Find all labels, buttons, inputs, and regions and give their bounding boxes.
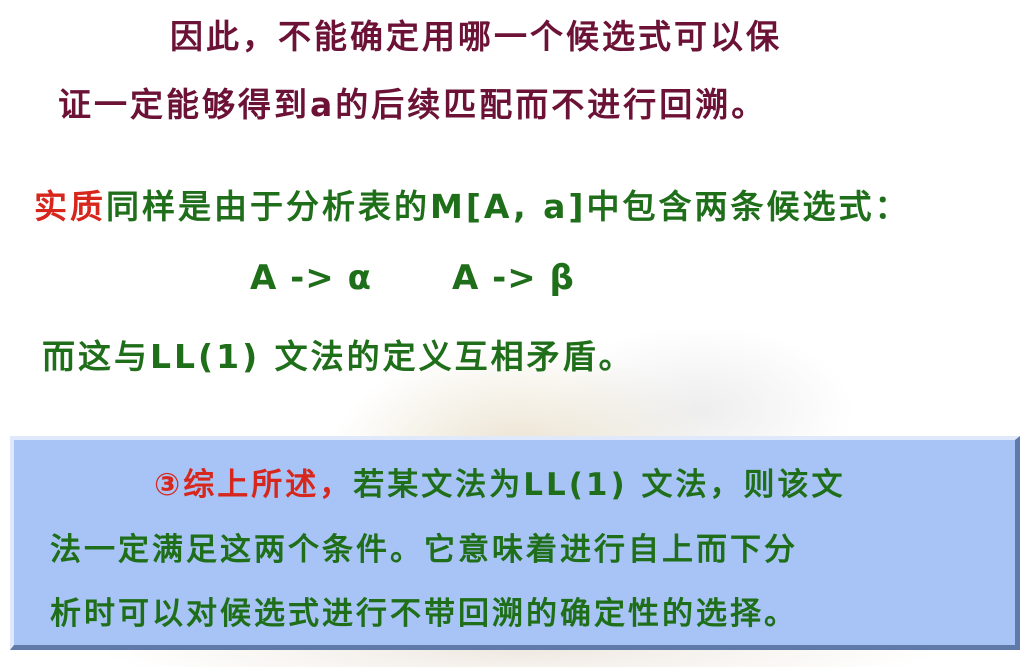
text-line-2: 证一定能够得到a的后续匹配而不进行回溯。 <box>58 85 768 124</box>
highlight-keyword: 实质 <box>34 187 106 226</box>
summary-line-1-rest: 若某文法为LL(1) 文法，则该文 <box>353 467 846 503</box>
summary-line-2: 法一定满足这两个条件。它意味着进行自上而下分 <box>50 532 798 568</box>
production-rules: A -> α A -> β <box>250 258 575 298</box>
text-line-3: 实质同样是由于分析表的M[A, a]中包含两条候选式： <box>34 180 910 228</box>
rule-alpha: A -> α <box>250 258 372 298</box>
summary-line-3: 析时可以对候选式进行不带回溯的确定性的选择。 <box>50 596 798 632</box>
rule-beta: A -> β <box>451 258 575 298</box>
text-line-3-rest: 同样是由于分析表的M[A, a]中包含两条候选式： <box>106 187 911 226</box>
text-line-1: 因此，不能确定用哪一个候选式可以保 <box>170 17 782 56</box>
text-line-5: 而这与LL(1) 文法的定义互相矛盾。 <box>42 337 635 376</box>
summary-highlight: ③综上所述， <box>154 467 354 503</box>
summary-box: ③综上所述，若某文法为LL(1) 文法，则该文 法一定满足这两个条件。它意味着进… <box>10 436 1020 650</box>
summary-line-1: ③综上所述，若某文法为LL(1) 文法，则该文 <box>154 459 845 504</box>
